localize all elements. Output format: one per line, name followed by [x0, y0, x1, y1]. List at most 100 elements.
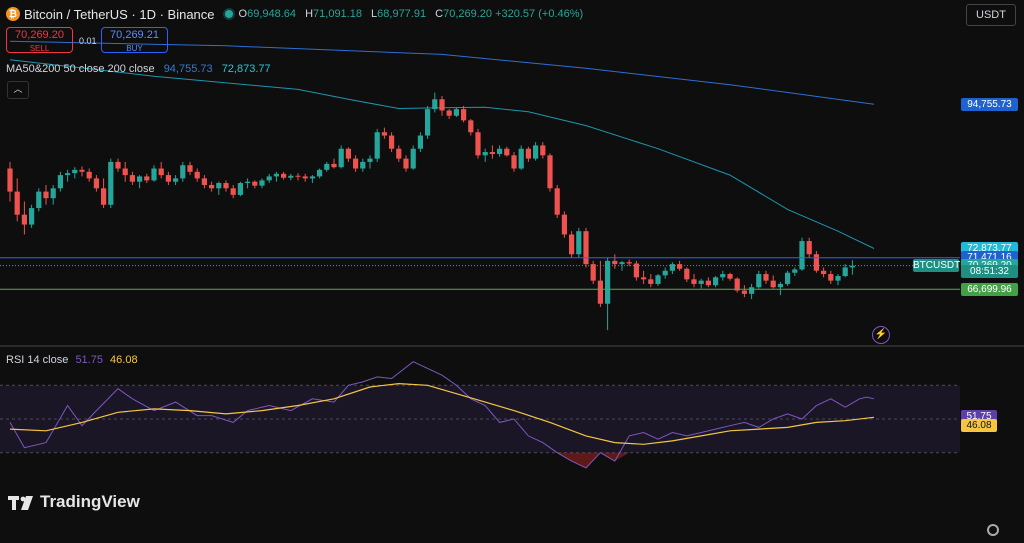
candle-body [7, 168, 13, 192]
candle-body [698, 280, 704, 284]
candle-body [230, 188, 236, 195]
buy-label: BUY [126, 44, 143, 53]
candle-body [72, 169, 78, 174]
candle-body [86, 171, 92, 179]
candle-body [669, 264, 675, 271]
candle-body [345, 148, 351, 159]
candle-body [381, 132, 387, 136]
ma200-value: 94,755.73 [163, 63, 213, 75]
candle-body [425, 109, 431, 136]
candle-body [749, 287, 755, 294]
candle-body [705, 280, 711, 286]
brand-name: TradingView [40, 492, 140, 511]
candle-body [662, 270, 668, 276]
candle-body [619, 262, 625, 265]
ma50-value: 72,873.77 [221, 63, 271, 75]
candle-body [626, 262, 632, 264]
gear-icon[interactable] [987, 524, 999, 536]
candle-body [677, 264, 683, 269]
ma-legend-params: 50 close 200 close [63, 63, 155, 75]
candle-body [461, 109, 467, 121]
candle-body [324, 163, 330, 170]
candle-body [655, 275, 661, 284]
candle-body [201, 178, 207, 185]
candle-body [720, 274, 726, 278]
candle-body [93, 178, 99, 189]
candle-body [252, 181, 258, 186]
candle-body [14, 191, 20, 215]
candle-body [713, 277, 719, 286]
rsi-ma-value: 46.08 [110, 354, 138, 366]
candle-body [389, 135, 395, 149]
candle-body [612, 260, 618, 265]
candle-body [842, 267, 848, 277]
candle-body [576, 231, 582, 255]
candle-body [835, 276, 841, 281]
candle-body [144, 176, 150, 181]
ma50-line [9, 59, 875, 249]
candle-body [410, 148, 416, 169]
candle-body [21, 214, 27, 225]
market-open-icon [224, 10, 233, 18]
candle-body [223, 183, 229, 189]
candle-body [475, 132, 481, 156]
candle-body [137, 176, 143, 182]
candle-body [770, 280, 776, 288]
candle-body [741, 290, 747, 294]
candle-body [309, 176, 315, 179]
candle-body [165, 175, 171, 182]
lightning-icon[interactable]: ⚡ [872, 326, 890, 344]
candle-body [237, 183, 243, 195]
candle-body [317, 169, 323, 177]
candle-body [43, 191, 49, 199]
candle-body [367, 158, 373, 162]
candle-body [29, 208, 35, 225]
candle-body [648, 279, 654, 284]
candle-body [828, 274, 834, 281]
tradingview-logo[interactable]: TradingView [8, 492, 140, 512]
candle-body [497, 148, 503, 154]
chart-canvas[interactable] [0, 0, 1024, 543]
candle-body [79, 169, 85, 172]
candle-body [187, 165, 193, 172]
sell-button[interactable]: 70,269.20 SELL [6, 27, 73, 53]
candle-body [302, 176, 308, 179]
ohlc-values: O69,948.64 H71,091.18 L68,977.91 C70,269… [238, 8, 584, 20]
candle-body [554, 188, 560, 215]
chevron-up-icon[interactable]: ︿ [7, 81, 29, 99]
candle-body [605, 260, 611, 304]
symbol-tag: BTCUSDT [913, 259, 961, 273]
candle-body [245, 181, 251, 184]
candle-body [194, 171, 200, 179]
candle-body [439, 99, 445, 111]
candle-body [151, 168, 157, 181]
price-label: 08:51:32 [961, 265, 1018, 279]
price-label: 66,699.96 [961, 282, 1018, 296]
candle-body [396, 148, 402, 159]
rsi-oversold-fill [10, 452, 874, 468]
buy-button[interactable]: 70,269.21 BUY [101, 27, 168, 53]
candle-body [281, 173, 287, 178]
spread-value: 0.01 [79, 36, 97, 46]
candle-body [569, 234, 575, 255]
candle-body [129, 175, 135, 182]
candle-body [374, 132, 380, 159]
candle-body [338, 148, 344, 168]
candle-body [727, 274, 733, 279]
candle-body [525, 148, 531, 159]
candle-body [785, 272, 791, 284]
candle-body [533, 145, 539, 159]
sell-price: 70,269.20 [15, 29, 64, 41]
candle-body [777, 283, 783, 288]
rsi-value: 51.75 [75, 354, 103, 366]
symbol-title[interactable]: Bitcoin / TetherUS · 1D · Binance [24, 7, 215, 22]
candle-body [57, 175, 63, 189]
ma-legend[interactable]: MA50&200 50 close 200 close 94,755.73 72… [6, 63, 271, 75]
candle-body [806, 241, 812, 255]
candle-body [122, 168, 128, 176]
currency-select[interactable]: USDT [966, 4, 1016, 26]
grid-lines [0, 345, 1024, 454]
rsi-legend[interactable]: RSI 14 close 51.75 46.08 [6, 354, 138, 366]
candle-body [504, 148, 510, 156]
candle-body [173, 178, 179, 182]
